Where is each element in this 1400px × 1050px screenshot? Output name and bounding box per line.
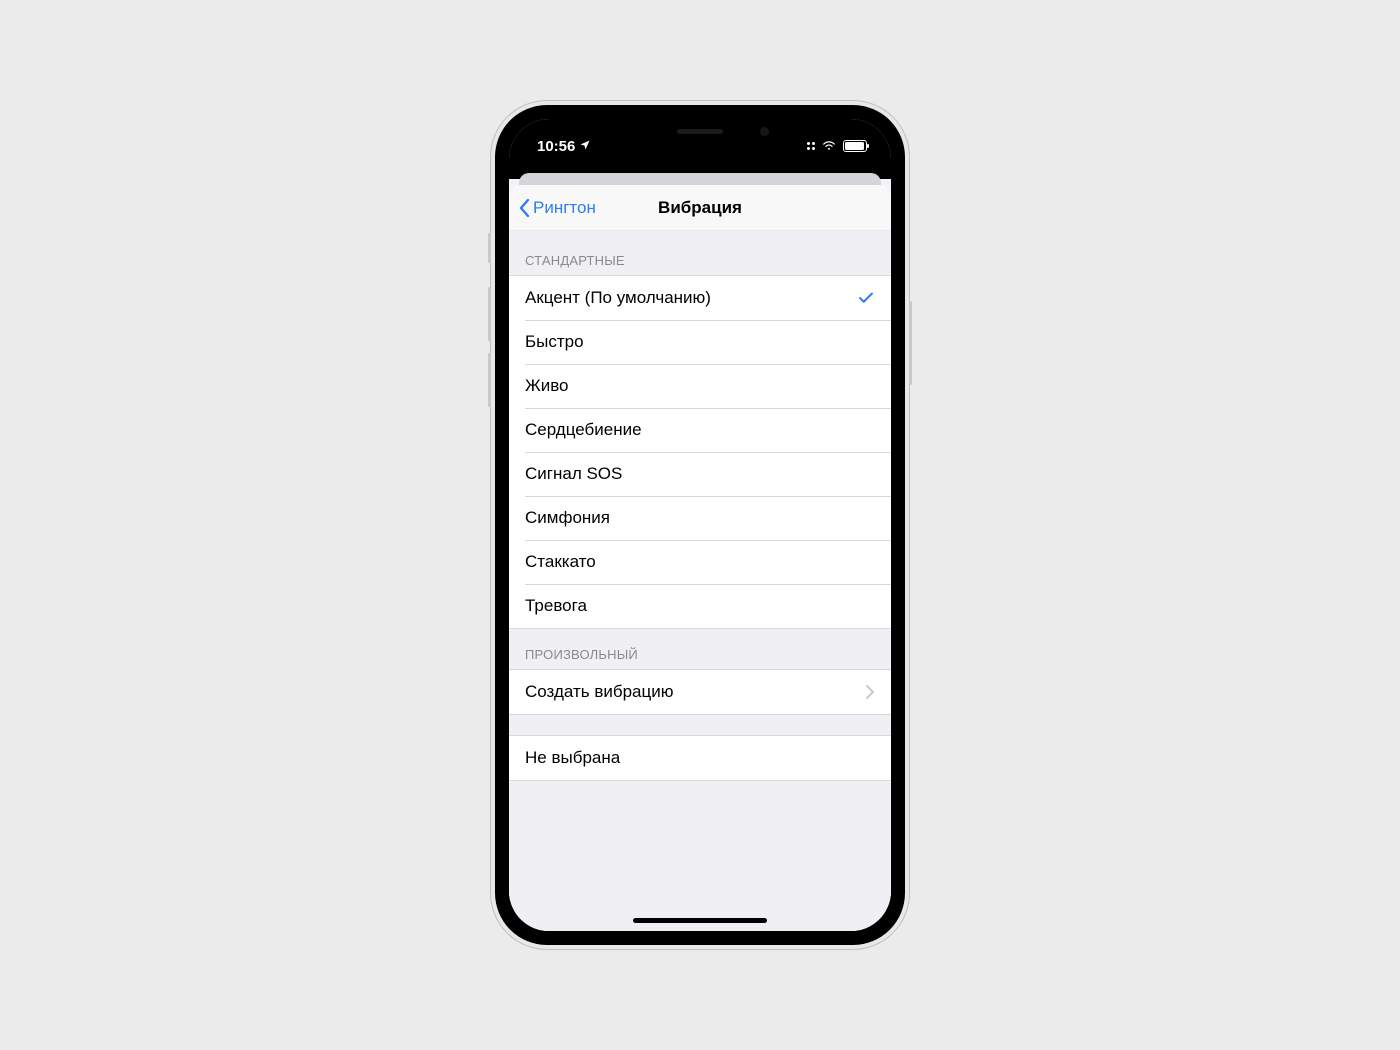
none-label: Не выбрана: [525, 748, 620, 768]
wifi-icon: [821, 138, 837, 155]
phone-frame: 10:56: [491, 101, 909, 949]
standard-list: Акцент (По умолчанию) Быстро Живо Сердце…: [509, 275, 891, 629]
option-label: Быстро: [525, 332, 584, 352]
chevron-left-icon: [517, 198, 531, 218]
back-button[interactable]: Рингтон: [517, 185, 596, 230]
back-label: Рингтон: [533, 198, 596, 218]
create-vibration-label: Создать вибрацию: [525, 682, 673, 702]
battery-icon: [843, 140, 867, 152]
vibration-option[interactable]: Сигнал SOS: [509, 452, 891, 496]
home-indicator[interactable]: [633, 918, 767, 923]
vibration-option[interactable]: Быстро: [509, 320, 891, 364]
vibration-option[interactable]: Сердцебиение: [509, 408, 891, 452]
cellular-icon: [807, 142, 815, 150]
vibration-option[interactable]: Тревога: [509, 584, 891, 628]
navbar: Рингтон Вибрация: [509, 185, 891, 231]
section-header-standard: СТАНДАРТНЫЕ: [509, 231, 891, 275]
section-header-custom: ПРОИЗВОЛЬНЫЙ: [509, 629, 891, 669]
volume-up-button: [488, 287, 491, 341]
content: СТАНДАРТНЫЕ Акцент (По умолчанию) Быстро…: [509, 231, 891, 931]
option-label: Симфония: [525, 508, 610, 528]
section-gap: [509, 715, 891, 735]
option-label: Живо: [525, 376, 569, 396]
option-label: Стаккато: [525, 552, 596, 572]
volume-down-button: [488, 353, 491, 407]
option-label: Сигнал SOS: [525, 464, 622, 484]
custom-list: Создать вибрацию: [509, 669, 891, 715]
checkmark-icon: [857, 289, 875, 307]
location-icon: [579, 139, 591, 154]
vibration-option[interactable]: Симфония: [509, 496, 891, 540]
vibration-none-row[interactable]: Не выбрана: [509, 736, 891, 780]
none-list: Не выбрана: [509, 735, 891, 781]
vibration-option[interactable]: Стаккато: [509, 540, 891, 584]
option-label: Акцент (По умолчанию): [525, 288, 711, 308]
chevron-right-icon: [865, 684, 875, 700]
phone-bezel: 10:56: [495, 105, 905, 945]
vibration-option[interactable]: Живо: [509, 364, 891, 408]
create-vibration-row[interactable]: Создать вибрацию: [509, 670, 891, 714]
notch: [600, 119, 800, 147]
power-button: [909, 301, 912, 385]
settings-sheet: Рингтон Вибрация СТАНДАРТНЫЕ Акцент (По …: [509, 185, 891, 931]
option-label: Сердцебиение: [525, 420, 642, 440]
vibration-option[interactable]: Акцент (По умолчанию): [509, 276, 891, 320]
mute-switch: [488, 233, 491, 263]
option-label: Тревога: [525, 596, 587, 616]
page-title: Вибрация: [658, 198, 742, 218]
screen: 10:56: [509, 119, 891, 931]
status-time: 10:56: [537, 138, 575, 155]
